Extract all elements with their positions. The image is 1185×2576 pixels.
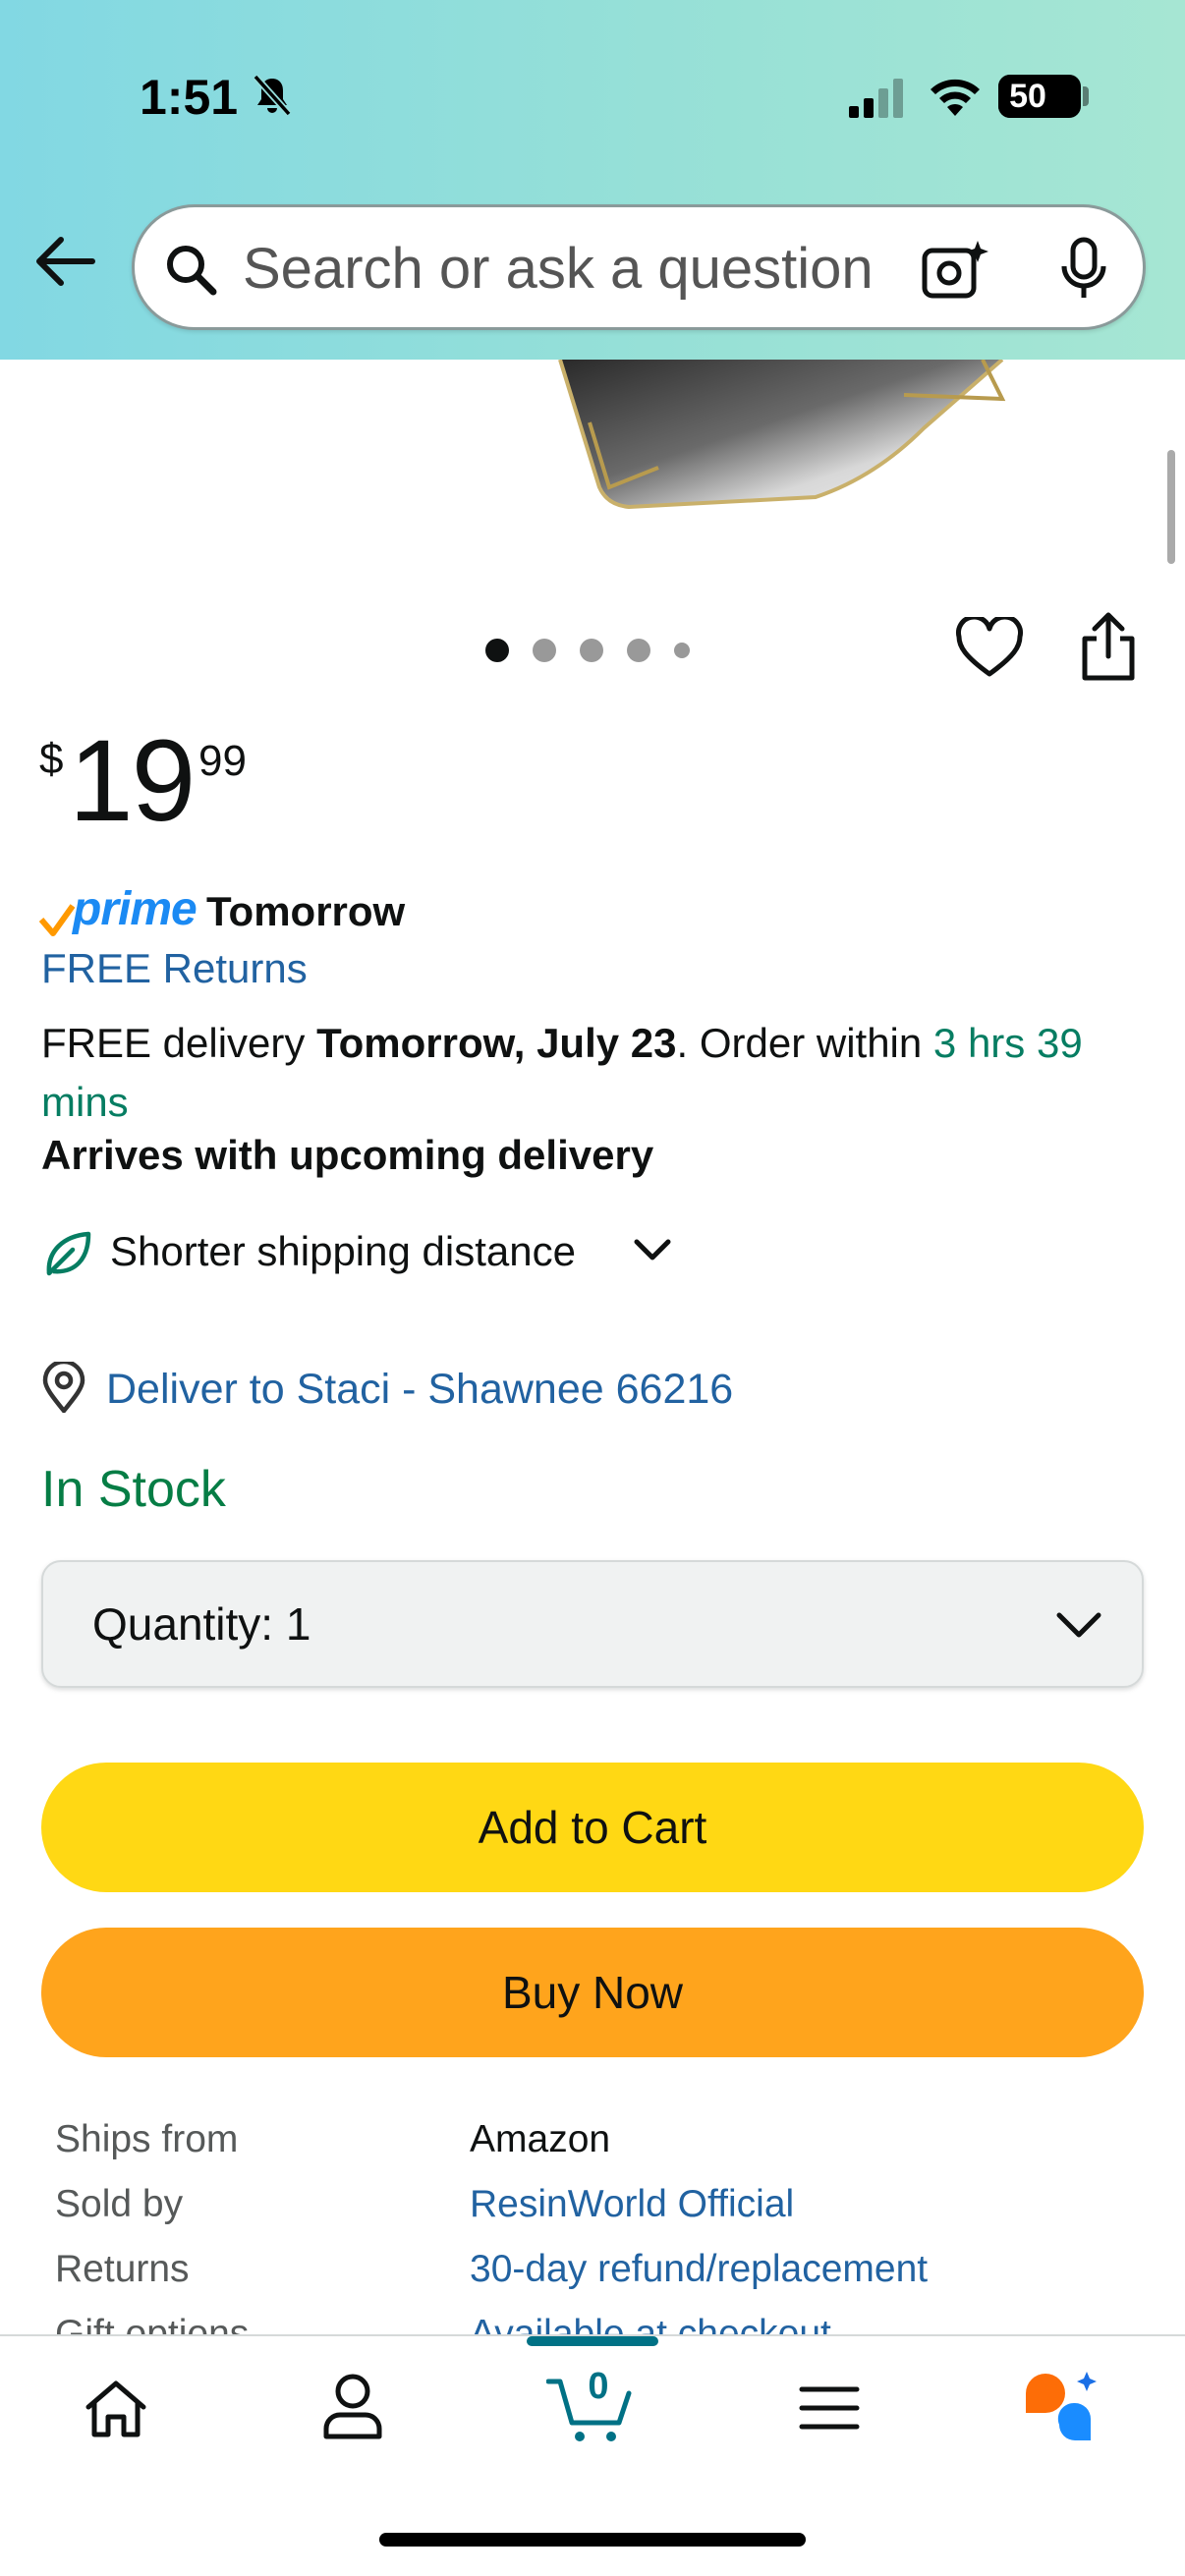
info-value: Amazon bbox=[470, 2118, 611, 2160]
rufus-assistant-icon[interactable] bbox=[1022, 2370, 1100, 2444]
delivery-prefix: FREE delivery bbox=[41, 1020, 317, 1066]
deliver-to-link[interactable]: Deliver to Staci - Shawnee 66216 bbox=[106, 1366, 733, 1414]
chevron-down-icon[interactable] bbox=[633, 1236, 672, 1265]
leaf-icon bbox=[46, 1231, 91, 1276]
prime-check-icon bbox=[39, 904, 75, 936]
seller-info-table: Ships from Amazon Sold by ResinWorld Off… bbox=[55, 2112, 1136, 2372]
delivery-message: FREE delivery Tomorrow, July 23. Order w… bbox=[41, 1014, 1142, 1132]
location-pin-icon bbox=[42, 1362, 85, 1413]
delivery-date: Tomorrow, July 23 bbox=[316, 1020, 677, 1066]
search-icon bbox=[167, 246, 217, 296]
battery-tip bbox=[1083, 86, 1089, 106]
info-key: Ships from bbox=[55, 2118, 239, 2160]
carousel-dot[interactable] bbox=[533, 639, 556, 662]
stock-status: In Stock bbox=[41, 1461, 226, 1518]
chevron-down-icon bbox=[1056, 1612, 1101, 1638]
back-arrow-icon[interactable] bbox=[31, 232, 96, 291]
quantity-value: 1 bbox=[285, 1598, 311, 1650]
shorter-shipping-toggle[interactable]: Shorter shipping distance bbox=[110, 1228, 576, 1275]
returns-policy-link[interactable]: 30-day refund/replacement bbox=[470, 2248, 928, 2291]
free-returns-link[interactable]: FREE Returns bbox=[41, 945, 308, 992]
bell-muted-icon bbox=[253, 74, 292, 117]
arrives-with-upcoming: Arrives with upcoming delivery bbox=[41, 1132, 654, 1178]
wifi-icon bbox=[931, 79, 980, 116]
status-time: 1:51 bbox=[140, 70, 239, 125]
info-key: Sold by bbox=[55, 2183, 184, 2225]
nav-active-indicator bbox=[527, 2336, 658, 2346]
cellular-signal-icon bbox=[849, 79, 903, 118]
price-currency: $ bbox=[39, 735, 64, 783]
home-icon[interactable] bbox=[83, 2378, 149, 2440]
price-whole: 19 bbox=[69, 716, 196, 846]
carousel-dot[interactable] bbox=[627, 639, 650, 662]
info-row-sold-by: Sold by ResinWorld Official bbox=[55, 2177, 1136, 2242]
microphone-icon[interactable] bbox=[1056, 237, 1111, 302]
menu-icon[interactable] bbox=[798, 2383, 861, 2433]
add-to-cart-button[interactable]: Add to Cart bbox=[41, 1763, 1144, 1892]
product-image[interactable] bbox=[491, 360, 1042, 517]
buy-now-button[interactable]: Buy Now bbox=[41, 1928, 1144, 2057]
account-icon[interactable] bbox=[320, 2372, 385, 2440]
battery-percent: 50 bbox=[1009, 78, 1046, 115]
delivery-mid: . Order within bbox=[676, 1020, 933, 1066]
seller-link[interactable]: ResinWorld Official bbox=[470, 2183, 794, 2226]
battery-indicator: 50 bbox=[998, 75, 1081, 118]
info-key: Returns bbox=[55, 2248, 190, 2290]
carousel-dot[interactable] bbox=[580, 639, 603, 662]
home-indicator bbox=[379, 2533, 806, 2547]
heart-icon[interactable] bbox=[955, 617, 1024, 680]
image-carousel-dots[interactable] bbox=[485, 637, 690, 664]
prime-logo: prime bbox=[73, 883, 198, 935]
prime-delivery-day: Tomorrow bbox=[206, 888, 406, 934]
carousel-dot[interactable] bbox=[485, 639, 509, 662]
scrollbar-thumb[interactable] bbox=[1167, 450, 1175, 564]
price-fraction: 99 bbox=[198, 737, 247, 785]
camera-lens-icon[interactable] bbox=[921, 239, 989, 302]
cart-count-badge: 0 bbox=[588, 2366, 609, 2407]
carousel-dot[interactable] bbox=[674, 643, 690, 658]
search-bar[interactable] bbox=[132, 204, 1146, 330]
quantity-label: Quantity: 1 bbox=[92, 1598, 311, 1650]
share-icon[interactable] bbox=[1077, 611, 1140, 682]
info-row-ships-from: Ships from Amazon bbox=[55, 2112, 1136, 2177]
info-row-returns: Returns 30-day refund/replacement bbox=[55, 2242, 1136, 2307]
quantity-select[interactable]: Quantity: 1 bbox=[41, 1560, 1144, 1688]
